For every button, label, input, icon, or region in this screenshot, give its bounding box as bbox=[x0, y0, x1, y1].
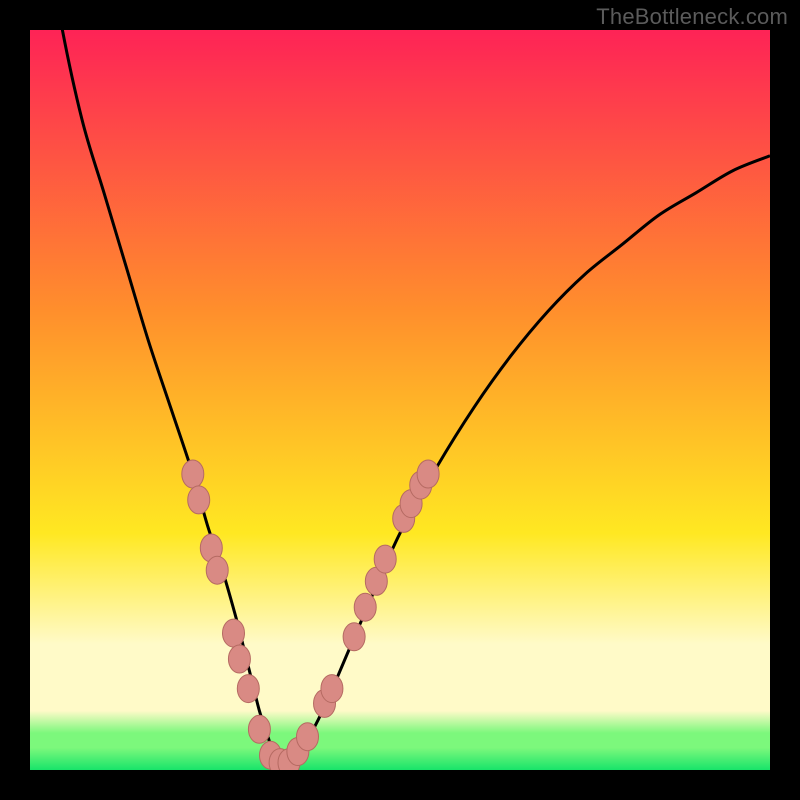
data-marker bbox=[206, 556, 228, 584]
chart-frame: TheBottleneck.com bbox=[0, 0, 800, 800]
data-marker bbox=[354, 593, 376, 621]
data-marker bbox=[223, 619, 245, 647]
data-marker bbox=[297, 723, 319, 751]
bottleneck-curve bbox=[30, 30, 770, 770]
data-marker bbox=[182, 460, 204, 488]
data-marker bbox=[248, 715, 270, 743]
data-marker bbox=[321, 675, 343, 703]
data-marker bbox=[188, 486, 210, 514]
data-marker bbox=[228, 645, 250, 673]
data-marker bbox=[343, 623, 365, 651]
watermark-text: TheBottleneck.com bbox=[596, 4, 788, 30]
data-marker bbox=[417, 460, 439, 488]
data-marker bbox=[237, 675, 259, 703]
data-marker bbox=[374, 545, 396, 573]
plot-area bbox=[30, 30, 770, 770]
